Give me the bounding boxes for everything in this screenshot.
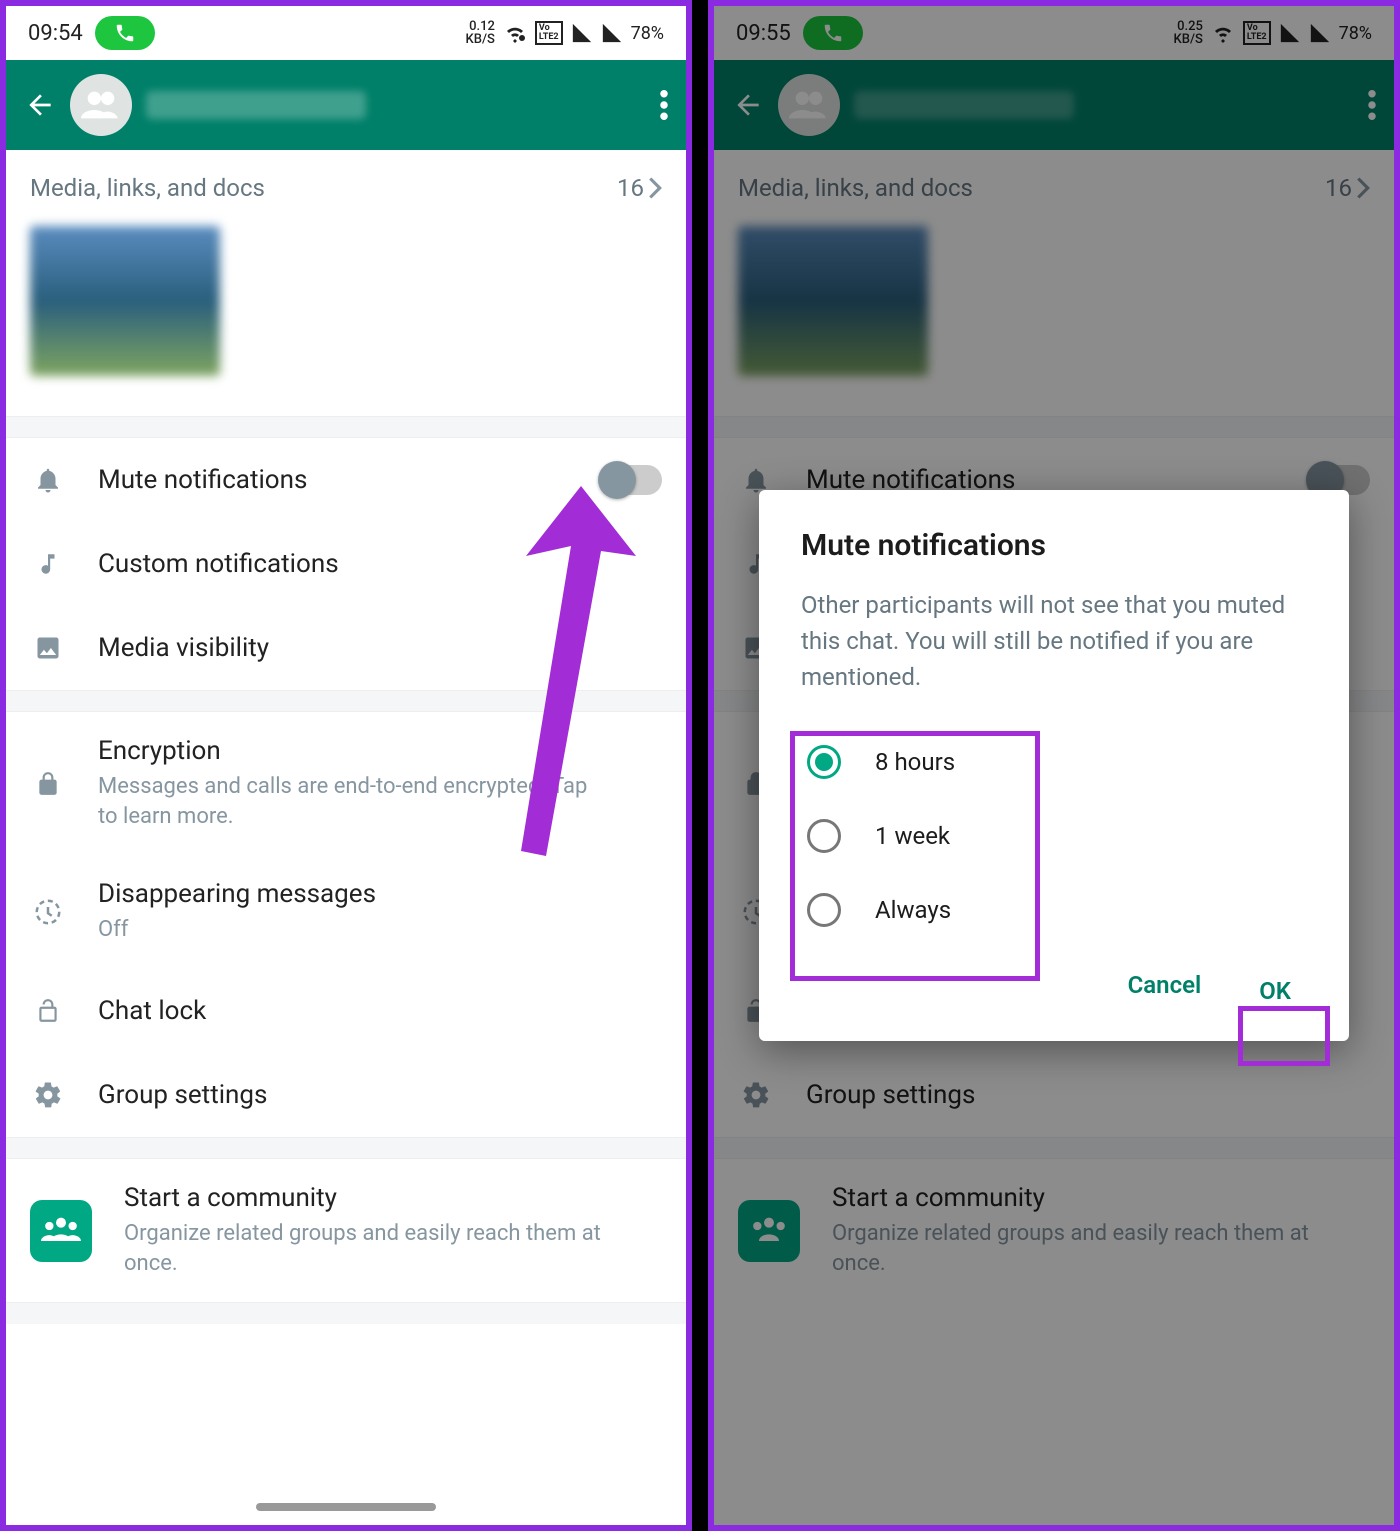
back-icon[interactable] <box>24 89 56 121</box>
disappearing-sub: Off <box>98 915 376 945</box>
image-icon <box>30 630 66 666</box>
lock-outline-icon <box>30 993 66 1029</box>
dialog-title: Mute notifications <box>801 528 1307 563</box>
group-settings-label: Group settings <box>98 1080 267 1110</box>
data-rate: 0.12KB/S <box>466 20 495 46</box>
dialog-desc: Other participants will not see that you… <box>801 587 1307 695</box>
volte-icon: VoVoLTE2LTE2 <box>535 21 563 45</box>
mute-toggle[interactable] <box>600 465 662 495</box>
media-vis-label: Media visibility <box>98 633 269 663</box>
media-visibility-row[interactable]: Media visibility <box>6 606 686 690</box>
disappearing-row[interactable]: Disappearing messages Off <box>6 855 686 969</box>
media-thumbnail[interactable] <box>30 226 220 376</box>
media-title: Media, links, and docs <box>30 174 265 202</box>
mute-label: Mute notifications <box>98 465 307 495</box>
radio-icon <box>807 893 841 927</box>
status-bar: 09:54 0.12KB/S VoVoLTE2LTE2 78% <box>6 6 686 60</box>
group-settings-row[interactable]: Group settings <box>6 1053 686 1137</box>
signal-icon-2 <box>601 22 623 44</box>
radio-8hours[interactable]: 8 hours <box>801 725 1307 799</box>
overflow-menu-icon[interactable] <box>660 90 668 120</box>
radio-always[interactable]: Always <box>801 873 1307 947</box>
cancel-button[interactable]: Cancel <box>1128 971 1202 1011</box>
battery-text: 78% <box>631 23 664 44</box>
ok-button[interactable]: OK <box>1243 971 1307 1011</box>
group-title-blurred <box>146 91 366 119</box>
disappearing-label: Disappearing messages <box>98 879 376 909</box>
gear-icon <box>30 1077 66 1113</box>
chatlock-label: Chat lock <box>98 996 206 1026</box>
dialog-scrim[interactable]: Mute notifications Other participants wi… <box>714 6 1394 1525</box>
status-time: 09:54 <box>28 21 83 46</box>
radio-icon <box>807 745 841 779</box>
chevron-right-icon <box>648 177 662 199</box>
signal-icon <box>571 22 593 44</box>
mute-notifications-row[interactable]: Mute notifications <box>6 438 686 522</box>
group-avatar[interactable] <box>70 74 132 136</box>
media-count: 16 <box>617 174 644 202</box>
nav-bar-pill <box>256 1503 436 1511</box>
bell-icon <box>30 462 66 498</box>
media-section-header[interactable]: Media, links, and docs 16 <box>6 150 686 218</box>
radio-1week[interactable]: 1 week <box>801 799 1307 873</box>
wifi-icon <box>503 21 527 45</box>
mute-dialog: Mute notifications Other participants wi… <box>759 490 1349 1041</box>
app-bar <box>6 60 686 150</box>
encryption-row[interactable]: Encryption Messages and calls are end-to… <box>6 712 686 855</box>
screenshot-left: 09:54 0.12KB/S VoVoLTE2LTE2 78% Media, l… <box>0 0 692 1531</box>
start-community-row[interactable]: Start a community Organize related group… <box>6 1159 686 1302</box>
encryption-label: Encryption <box>98 736 598 766</box>
chatlock-row[interactable]: Chat lock <box>6 969 686 1053</box>
custom-notifications-row[interactable]: Custom notifications <box>6 522 686 606</box>
radio-icon <box>807 819 841 853</box>
community-sub: Organize related groups and easily reach… <box>124 1219 644 1278</box>
music-note-icon <box>30 546 66 582</box>
call-pill-icon <box>95 16 155 50</box>
community-label: Start a community <box>124 1183 644 1213</box>
screenshot-right: 09:55 0.25KB/S VoLTE2 78% Media, links, … <box>708 0 1400 1531</box>
encryption-sub: Messages and calls are end-to-end encryp… <box>98 772 598 831</box>
custom-label: Custom notifications <box>98 549 339 579</box>
timer-icon <box>30 894 66 930</box>
lock-icon <box>30 766 66 802</box>
community-icon <box>30 1200 92 1262</box>
